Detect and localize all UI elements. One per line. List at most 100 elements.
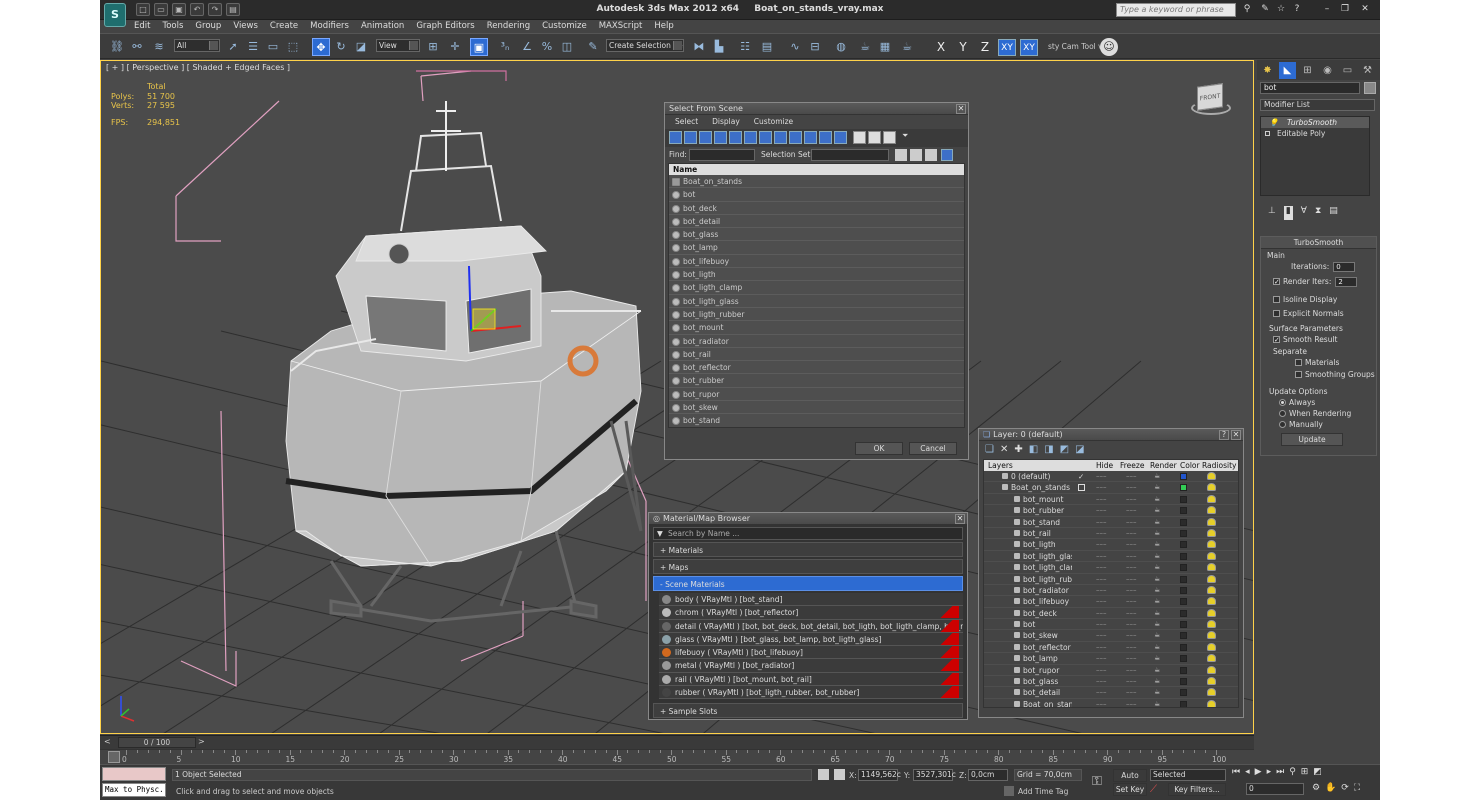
layer-color-swatch[interactable]	[1180, 575, 1187, 583]
render-iters-option[interactable]: ✓ Render Iters: 2	[1273, 277, 1358, 287]
always-radio[interactable]	[1279, 398, 1286, 406]
layer-row[interactable]: bot_detail ––– ––– ☕	[984, 687, 1238, 699]
list-item[interactable]: bot_rupor	[669, 387, 964, 402]
layer-row[interactable]: bot_rubber ––– ––– ☕	[984, 505, 1238, 517]
layer-color-swatch[interactable]	[1180, 700, 1187, 707]
radiosity-bulb-icon[interactable]	[1207, 688, 1216, 697]
layer-row[interactable]: bot_ligth_rubber ––– ––– ☕	[984, 574, 1238, 585]
material-item[interactable]: lifebuoy ( VRayMtl ) [bot_lifebuoy]	[659, 646, 963, 660]
reference-coordinate-dropdown[interactable]: View	[376, 39, 420, 52]
previous-key-icon[interactable]: ◂	[1245, 767, 1250, 781]
rollout-title[interactable]: TurboSmooth	[1261, 237, 1376, 249]
menu-select[interactable]: Select	[675, 115, 698, 129]
radiosity-bulb-icon[interactable]	[1207, 699, 1216, 707]
toggle-dash-icon[interactable]: –––	[1096, 505, 1107, 516]
rectangle-selection-icon[interactable]: ▭	[264, 38, 282, 56]
cam-tool-icon[interactable]: ☺	[1100, 38, 1118, 56]
select-highlighted-icon[interactable]: ◧	[1029, 444, 1038, 456]
smoothing-groups-checkbox[interactable]	[1295, 370, 1302, 378]
list-item[interactable]: Boat_on_stands	[669, 175, 964, 189]
go-to-start-icon[interactable]: ⏮	[1232, 767, 1240, 781]
add-selection-icon[interactable]	[1078, 484, 1085, 492]
menu-modifiers[interactable]: Modifiers	[304, 20, 355, 33]
next-key-icon[interactable]: ▸	[1267, 767, 1272, 781]
layer-row[interactable]: Boat_on_stands ––– ––– ☕	[984, 482, 1238, 494]
isoline-option[interactable]: Isoline Display	[1273, 295, 1337, 304]
display-none-icon[interactable]	[868, 131, 881, 144]
material-search-input[interactable]: ▼ Search by Name ...	[653, 527, 963, 540]
layer-name-cell[interactable]: bot_ligth	[984, 539, 1072, 550]
layer-name-cell[interactable]: bot_ligth_rubber	[984, 574, 1072, 585]
col-radiosity[interactable]: Radiosity	[1202, 460, 1236, 471]
display-geometry-icon[interactable]	[669, 131, 682, 144]
toggle-dash-icon[interactable]: –––	[1096, 630, 1107, 641]
layer-name-cell[interactable]: bot_lifebuoy	[984, 596, 1072, 607]
menu-views[interactable]: Views	[227, 20, 264, 33]
z-coordinate-field[interactable]: 0,0cm	[968, 769, 1008, 781]
layer-row[interactable]: bot_lifebuoy ––– ––– ☕	[984, 596, 1238, 608]
material-item[interactable]: glass ( VRayMtl ) [bot_glass, bot_lamp, …	[659, 632, 963, 647]
layer-color-swatch[interactable]	[1180, 666, 1187, 674]
add-to-layer-icon[interactable]: ✚	[1014, 444, 1022, 456]
toggle-dash-icon[interactable]: –––	[1096, 676, 1107, 687]
next-frame-icon[interactable]: >	[198, 737, 205, 746]
display-shapes-icon[interactable]	[684, 131, 697, 144]
selection-set-dropdown[interactable]	[811, 149, 889, 161]
modifier-list-dropdown[interactable]: Modifier List	[1260, 99, 1375, 111]
radiosity-bulb-icon[interactable]	[1207, 665, 1216, 674]
unlink-icon[interactable]: ⚯	[128, 38, 146, 56]
viewcube-ring-icon[interactable]	[1191, 101, 1231, 115]
layer-name-cell[interactable]: bot_deck	[984, 608, 1072, 619]
maxscript-listener-input[interactable]	[102, 767, 166, 781]
toggle-dash-icon[interactable]: –––	[1126, 482, 1137, 493]
layer-name-cell[interactable]: bot_rubber	[984, 505, 1072, 516]
rendered-frame-window-icon[interactable]: ▦	[876, 38, 894, 56]
section-sample-slots[interactable]: + Sample Slots	[653, 703, 963, 719]
layer-color-swatch[interactable]	[1180, 586, 1187, 594]
display-lights-icon[interactable]	[699, 131, 712, 144]
radiosity-bulb-icon[interactable]	[1207, 563, 1216, 572]
curve-editor-icon[interactable]: ∿	[786, 38, 804, 56]
utilities-tab-icon[interactable]: ⚒	[1359, 62, 1376, 79]
pivot-center-icon[interactable]: ⊞	[424, 38, 442, 56]
radiosity-bulb-icon[interactable]	[1207, 472, 1216, 480]
menu-customize[interactable]: Customize	[754, 115, 793, 129]
time-slider[interactable]: < 0 / 100 >	[100, 735, 1254, 749]
layer-name-cell[interactable]: 0 (default)	[984, 471, 1072, 482]
layer-color-swatch[interactable]	[1180, 507, 1187, 515]
edit-named-selection-icon[interactable]: ✎	[584, 38, 602, 56]
layer-manager-icon[interactable]: ☷	[736, 38, 754, 56]
filter-icon[interactable]: ⏷	[902, 131, 915, 144]
render-teapot-icon[interactable]: ☕	[1154, 494, 1160, 505]
modify-tab-icon[interactable]: ◣	[1279, 62, 1296, 79]
layer-row[interactable]: bot_lamp ––– ––– ☕	[984, 653, 1238, 665]
select-influences-icon[interactable]	[925, 149, 937, 161]
when-rendering-option[interactable]: When Rendering	[1279, 409, 1351, 418]
window-crossing-icon[interactable]: ⬚	[284, 38, 302, 56]
when-rendering-radio[interactable]	[1279, 409, 1286, 417]
save-file-icon[interactable]: ▣	[172, 3, 186, 16]
smooth-result-checkbox[interactable]: ✓	[1273, 335, 1280, 343]
radiosity-bulb-icon[interactable]	[1207, 494, 1216, 503]
hide-all-icon[interactable]: ◩	[1060, 444, 1069, 456]
render-teapot-icon[interactable]: ☕	[1154, 574, 1160, 585]
layer-name-cell[interactable]: bot_ligth_clamp	[984, 562, 1072, 573]
maxscript-output[interactable]: Max to Physc.	[102, 783, 166, 797]
display-cameras-icon[interactable]	[714, 131, 727, 144]
display-bones-icon[interactable]	[789, 131, 802, 144]
display-groups-icon[interactable]	[759, 131, 772, 144]
layer-name-cell[interactable]: Boat_on_stands	[984, 699, 1072, 707]
layer-color-swatch[interactable]	[1180, 621, 1187, 629]
render-teapot-icon[interactable]: ☕	[1154, 687, 1160, 698]
redo-icon[interactable]: ↷	[208, 3, 222, 16]
layer-name-cell[interactable]: bot_rail	[984, 528, 1072, 539]
radiosity-bulb-icon[interactable]	[1207, 483, 1216, 492]
material-item[interactable]: metal ( VRayMtl ) [bot_radiator]	[659, 659, 963, 673]
update-button[interactable]: Update	[1281, 433, 1343, 446]
list-item[interactable]: bot_rubber	[669, 374, 964, 388]
radiosity-bulb-icon[interactable]	[1207, 540, 1216, 549]
prev-frame-icon[interactable]: <	[104, 737, 111, 746]
restrict-z-button[interactable]: Z	[976, 39, 994, 56]
list-item[interactable]: bot_ligth_clamp	[669, 281, 964, 295]
layer-name-cell[interactable]: bot_skew	[984, 630, 1072, 641]
